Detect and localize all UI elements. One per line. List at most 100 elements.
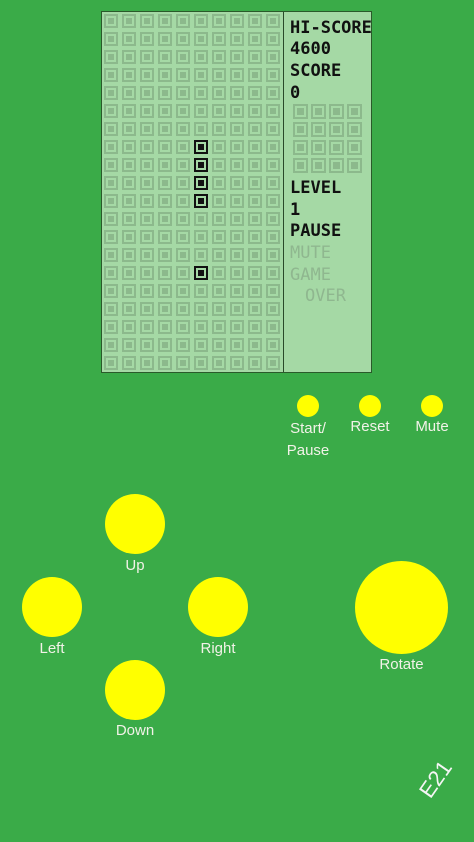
start-pause-button[interactable] [297, 395, 319, 417]
board-cell [194, 104, 208, 118]
board-cell [230, 212, 244, 226]
board-cell [212, 248, 226, 262]
board-cell [248, 122, 262, 136]
board-cell [158, 122, 172, 136]
board-cell [122, 284, 136, 298]
preview-cell [347, 140, 362, 155]
level-value: 1 [290, 200, 301, 220]
board-cell [230, 338, 244, 352]
board-cell [104, 86, 118, 100]
reset-button[interactable] [359, 395, 381, 417]
board-cell [122, 140, 136, 154]
left-button[interactable] [22, 577, 82, 637]
board-cell [158, 194, 172, 208]
board-cell [266, 176, 280, 190]
board-cell [230, 68, 244, 82]
board-cell [104, 140, 118, 154]
board-cell [158, 68, 172, 82]
pause-indicator: PAUSE [290, 221, 342, 241]
board-cell [248, 140, 262, 154]
mute-button[interactable] [421, 395, 443, 417]
board-cell [230, 14, 244, 28]
board-cell [140, 320, 154, 334]
preview-cell [293, 122, 308, 137]
board-cell [212, 356, 226, 370]
board-cell [212, 14, 226, 28]
board-cell [176, 158, 190, 172]
board-cell [158, 158, 172, 172]
up-button[interactable] [105, 494, 165, 554]
preview-cell [311, 158, 326, 173]
board-cell [140, 302, 154, 316]
board-cell [176, 32, 190, 46]
right-button[interactable] [188, 577, 248, 637]
board-cell [176, 14, 190, 28]
board-cell [122, 212, 136, 226]
board-cell [140, 266, 154, 280]
board-cell [122, 266, 136, 280]
board-cell [176, 122, 190, 136]
board-cell [158, 14, 172, 28]
right-label: Right [200, 640, 236, 657]
board-cell [104, 212, 118, 226]
board-cell [158, 32, 172, 46]
board-cell [104, 68, 118, 82]
board-cell [176, 86, 190, 100]
board-cell [176, 356, 190, 370]
mute-indicator: MUTE [290, 243, 331, 263]
board-cell [104, 50, 118, 64]
board-cell [194, 86, 208, 100]
board-cell [248, 176, 262, 190]
board-cell [122, 158, 136, 172]
board-cell [230, 194, 244, 208]
board-cell [122, 50, 136, 64]
board-cell [104, 284, 118, 298]
board-cell [212, 140, 226, 154]
board-cell [140, 356, 154, 370]
board-cell [212, 104, 226, 118]
board-cell [248, 68, 262, 82]
preview-cell [347, 104, 362, 119]
board-cell [176, 248, 190, 262]
board-cell [230, 266, 244, 280]
next-piece-preview [293, 104, 365, 176]
board-cell [266, 194, 280, 208]
board-cell [158, 50, 172, 64]
start-pause-label: Start/ Pause [286, 420, 330, 459]
board-cell [104, 356, 118, 370]
board-cell [194, 284, 208, 298]
preview-cell [329, 122, 344, 137]
board-cell [248, 248, 262, 262]
preview-cell [311, 122, 326, 137]
board-cell [104, 302, 118, 316]
board-cell [176, 194, 190, 208]
board-cell [158, 302, 172, 316]
board-cell-filled [194, 140, 208, 154]
board-cell [140, 50, 154, 64]
rotate-button[interactable] [355, 561, 448, 654]
down-label: Down [115, 722, 155, 739]
game-board [102, 12, 284, 372]
preview-cell [329, 140, 344, 155]
board-cell-filled [194, 266, 208, 280]
board-cell [248, 86, 262, 100]
board-cell [212, 230, 226, 244]
board-cell [104, 32, 118, 46]
preview-cell [293, 104, 308, 119]
down-button[interactable] [105, 660, 165, 720]
preview-cell [347, 122, 362, 137]
board-cell [248, 104, 262, 118]
board-cell [194, 32, 208, 46]
board-cell [266, 320, 280, 334]
board-cell-filled [194, 194, 208, 208]
board-cell [176, 266, 190, 280]
board-cell [122, 248, 136, 262]
board-cell [122, 230, 136, 244]
preview-cell [329, 104, 344, 119]
board-cell [266, 302, 280, 316]
board-cell [140, 212, 154, 226]
board-cell [158, 140, 172, 154]
board-cell [248, 14, 262, 28]
board-cell [266, 50, 280, 64]
board-cell [158, 176, 172, 190]
